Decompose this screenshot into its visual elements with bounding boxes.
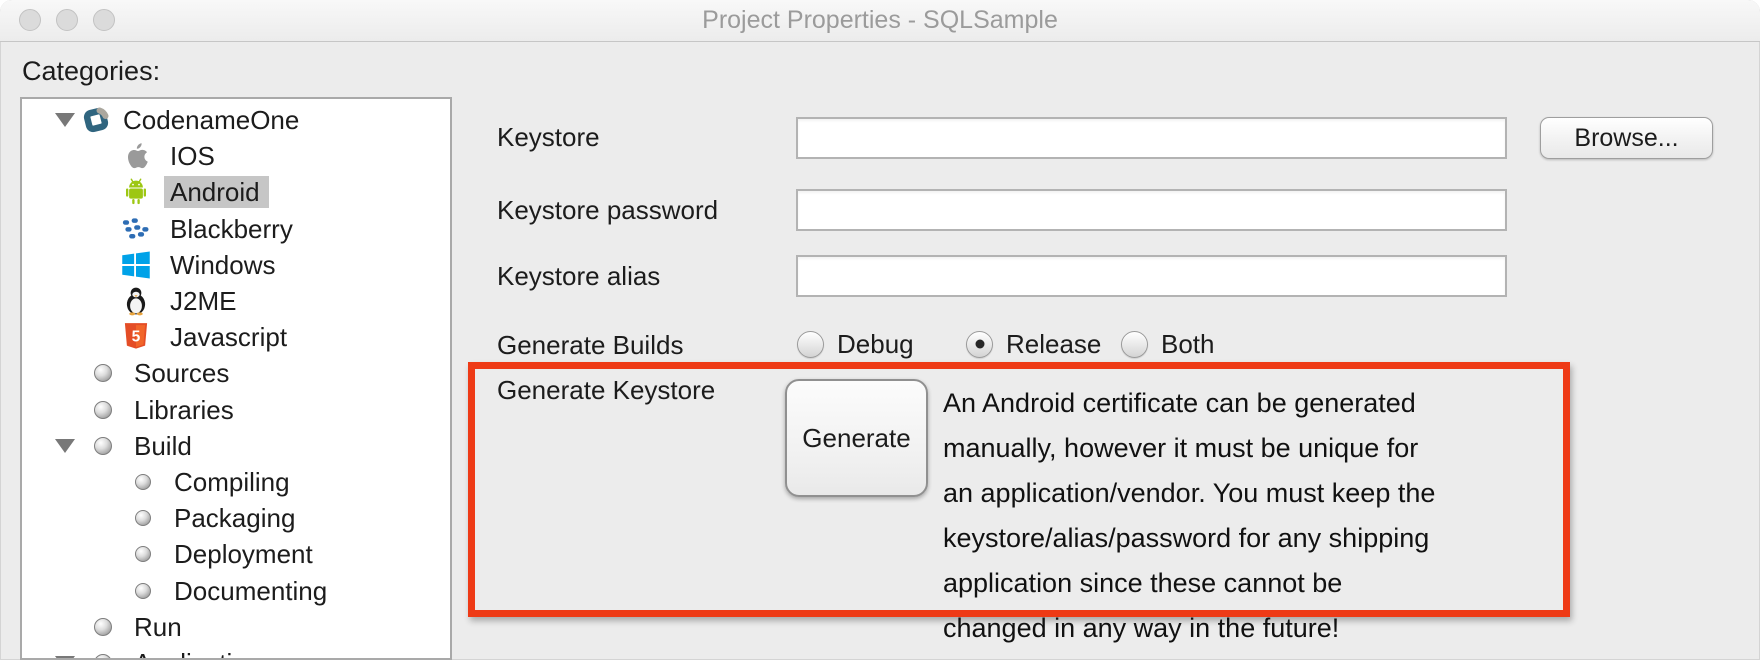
tree-item-application[interactable]: Application xyxy=(22,645,450,658)
categories-tree: CodenameOne IOS Android Blackberry Windows J2… xyxy=(20,97,452,660)
tree-item-android[interactable]: Android xyxy=(22,174,450,210)
info-line: manually, however it must be unique for xyxy=(943,433,1419,463)
tree-item-sources[interactable]: Sources xyxy=(22,355,450,391)
sphere-icon xyxy=(94,617,112,636)
keystore-alias-input[interactable] xyxy=(796,255,1507,297)
keystore-alias-label: Keystore alias xyxy=(497,261,661,291)
tree-item-libraries[interactable]: Libraries xyxy=(22,392,450,428)
tree-item-run[interactable]: Run xyxy=(22,609,450,645)
categories-label: Categories: xyxy=(22,56,161,86)
sphere-icon xyxy=(135,582,151,599)
tree-item-documenting[interactable]: Documenting xyxy=(22,573,450,609)
tree-item-javascript[interactable]: 5 Javascript xyxy=(22,319,450,355)
tree-item-j2me[interactable]: J2ME xyxy=(22,283,450,319)
tree-item-compiling[interactable]: Compiling xyxy=(22,464,450,500)
sphere-icon xyxy=(94,364,112,383)
disclosure-triangle-icon[interactable] xyxy=(55,113,75,127)
tree-item-label: CodenameOne xyxy=(123,105,300,135)
radio-both-label: Both xyxy=(1161,328,1215,359)
html5-icon: 5 xyxy=(121,322,151,352)
tree-item-deployment[interactable]: Deployment xyxy=(22,536,450,572)
tree-item-label: Deployment xyxy=(174,539,313,570)
info-line: keystore/alias/password for any shipping xyxy=(943,523,1430,553)
info-line: changed in any way in the future! xyxy=(943,613,1340,643)
android-icon xyxy=(121,177,151,207)
tree-item-packaging[interactable]: Packaging xyxy=(22,500,450,536)
info-line: an application/vendor. You must keep the xyxy=(943,478,1436,508)
generate-keystore-info: An Android certificate can be generated … xyxy=(943,381,1435,651)
generate-keystore-label: Generate Keystore xyxy=(497,375,716,405)
tree-item-label: J2ME xyxy=(170,286,237,316)
keystore-password-label: Keystore password xyxy=(497,195,719,225)
tree-item-windows[interactable]: Windows xyxy=(22,247,450,283)
tree-item-label: Libraries xyxy=(134,394,234,425)
generate-builds-label: Generate Builds xyxy=(497,330,684,360)
tree-item-blackberry[interactable]: Blackberry xyxy=(22,211,450,247)
sphere-icon xyxy=(94,400,112,419)
tree-item-label: Documenting xyxy=(174,575,328,606)
keystore-label: Keystore xyxy=(497,122,600,152)
tree-item-ios[interactable]: IOS xyxy=(22,138,450,174)
sphere-icon xyxy=(94,436,112,455)
radio-both-circle-icon[interactable] xyxy=(1121,330,1148,358)
tree-item-label: Android xyxy=(164,176,269,209)
tree-item-build[interactable]: Build xyxy=(22,428,450,464)
keystore-password-input[interactable] xyxy=(796,189,1507,231)
blackberry-icon xyxy=(121,214,151,244)
sphere-icon xyxy=(135,474,151,490)
browse-button[interactable]: Browse... xyxy=(1540,117,1713,159)
svg-text:5: 5 xyxy=(132,329,141,346)
tree-item-label: Windows xyxy=(170,249,276,280)
radio-release-label: Release xyxy=(1006,328,1102,359)
tree-item-label: Sources xyxy=(134,358,230,389)
sphere-icon xyxy=(135,510,151,527)
tree-item-codenameone[interactable]: CodenameOne xyxy=(22,102,450,138)
tree-item-label: Compiling xyxy=(174,467,290,497)
keystore-input[interactable] xyxy=(796,117,1507,159)
tree-item-label: Javascript xyxy=(170,322,288,353)
radio-release[interactable]: Release xyxy=(966,329,1101,359)
tree-item-label: Build xyxy=(134,430,192,461)
codenameone-icon xyxy=(81,105,111,135)
info-line: application since these cannot be xyxy=(943,568,1343,598)
j2me-icon xyxy=(121,286,151,316)
radio-debug[interactable]: Debug xyxy=(797,329,914,359)
sphere-icon xyxy=(135,546,151,563)
radio-both[interactable]: Both xyxy=(1121,329,1215,359)
tree-item-label: IOS xyxy=(170,141,215,172)
tree-item-label: Run xyxy=(134,611,182,642)
tree-item-label: Blackberry xyxy=(170,213,293,244)
disclosure-triangle-icon[interactable] xyxy=(55,656,75,658)
disclosure-triangle-icon[interactable] xyxy=(55,438,75,453)
radio-release-circle-icon[interactable] xyxy=(966,330,993,358)
sphere-icon xyxy=(94,654,112,658)
info-line: An Android certificate can be generated xyxy=(943,388,1416,418)
titlebar: Project Properties - SQLSample xyxy=(0,0,1760,42)
window-title: Project Properties - SQLSample xyxy=(702,6,1058,34)
project-properties-dialog: Project Properties - SQLSample Categorie… xyxy=(0,0,1760,660)
tree-item-label: Packaging xyxy=(174,503,296,534)
generate-button[interactable]: Generate xyxy=(785,379,928,497)
radio-debug-label: Debug xyxy=(837,328,914,359)
windows-icon xyxy=(121,250,151,280)
radio-debug-circle-icon[interactable] xyxy=(797,330,824,358)
apple-icon xyxy=(121,141,151,171)
tree-item-label: Application xyxy=(134,647,261,658)
